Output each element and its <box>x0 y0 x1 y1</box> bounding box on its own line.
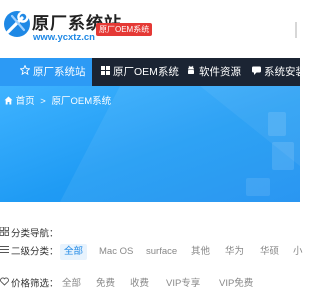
nav-item-label: 系统安装 <box>264 66 300 78</box>
subcategory-option-huawei[interactable]: 华为 <box>225 244 244 260</box>
breadcrumb-separator: > <box>40 96 46 107</box>
subcategory-label: 二级分类： <box>0 244 59 261</box>
nav-item-label: 软件资源 <box>199 66 241 78</box>
nav-item-install[interactable]: 系统安装 <box>252 58 300 86</box>
price-option-free[interactable]: 免费 <box>96 276 115 292</box>
oem-badge: 原厂OEM系统 <box>96 23 153 36</box>
subcategory-option-all[interactable]: 全部 <box>60 244 88 260</box>
subcategory-text: 二级分类： <box>11 246 59 258</box>
price-option-vip-free[interactable]: VIP免费 <box>219 276 253 292</box>
banner: 首页 > 原厂OEM系统 <box>0 86 300 202</box>
breadcrumb: 首页 > 原厂OEM系统 <box>4 93 111 107</box>
price-filter-text: 价格筛选： <box>11 278 59 290</box>
filter-panel: 分类导航： 二级分类： 全部 Mac OS surface 其他 华为 华硕 小… <box>0 202 303 300</box>
breadcrumb-home[interactable]: 首页 <box>16 96 35 107</box>
price-option-paid[interactable]: 收费 <box>130 276 149 292</box>
android-icon <box>186 58 196 86</box>
category-nav-label: 分类导航： <box>0 226 59 243</box>
price-option-vip-exclusive[interactable]: VIP专享 <box>166 276 200 292</box>
nav-item-label: 原厂系统站 <box>33 66 86 78</box>
home-icon <box>4 96 16 107</box>
list-icon <box>0 244 9 260</box>
main-nav: 原厂系统站 原厂OEM系统 软件资源 系统安装 <box>0 58 300 86</box>
wrench-logo-icon <box>4 11 30 37</box>
site-logo[interactable]: 原厂系统站 www.ycxtz.cn <box>2 8 121 50</box>
subcategory-option-asus[interactable]: 华硕 <box>260 244 279 260</box>
nav-item-home[interactable]: 原厂系统站 <box>0 58 92 86</box>
subcategory-option-more[interactable]: 小 <box>293 244 303 260</box>
subcategory-option-macos[interactable]: Mac OS <box>99 244 133 260</box>
subcategory-option-other[interactable]: 其他 <box>191 244 210 260</box>
star-icon <box>19 58 31 86</box>
header-edge-marker <box>295 22 297 38</box>
nav-item-oem[interactable]: 原厂OEM系统 <box>101 58 179 86</box>
nav-item-software[interactable]: 软件资源 <box>186 58 241 86</box>
price-option-all[interactable]: 全部 <box>62 276 81 292</box>
subcategory-option-surface[interactable]: surface <box>146 244 177 260</box>
windows-icon <box>101 58 110 86</box>
site-header: 原厂系统站 www.ycxtz.cn 原厂OEM系统 <box>0 0 300 58</box>
breadcrumb-current[interactable]: 原厂OEM系统 <box>52 96 112 107</box>
subcategory-row: 二级分类： 全部 Mac OS surface 其他 华为 华硕 小 <box>0 244 303 261</box>
heart-icon <box>0 276 9 292</box>
logo-url: www.ycxtz.cn <box>33 32 95 43</box>
category-nav-text: 分类导航： <box>11 228 59 240</box>
price-filter-label: 价格筛选： <box>0 276 59 293</box>
price-filter-row: 价格筛选： 全部 免费 收费 VIP专享 VIP免费 <box>0 276 300 292</box>
nav-item-label: 原厂OEM系统 <box>113 66 179 78</box>
grid-icon <box>0 226 9 242</box>
chat-icon <box>252 58 261 86</box>
